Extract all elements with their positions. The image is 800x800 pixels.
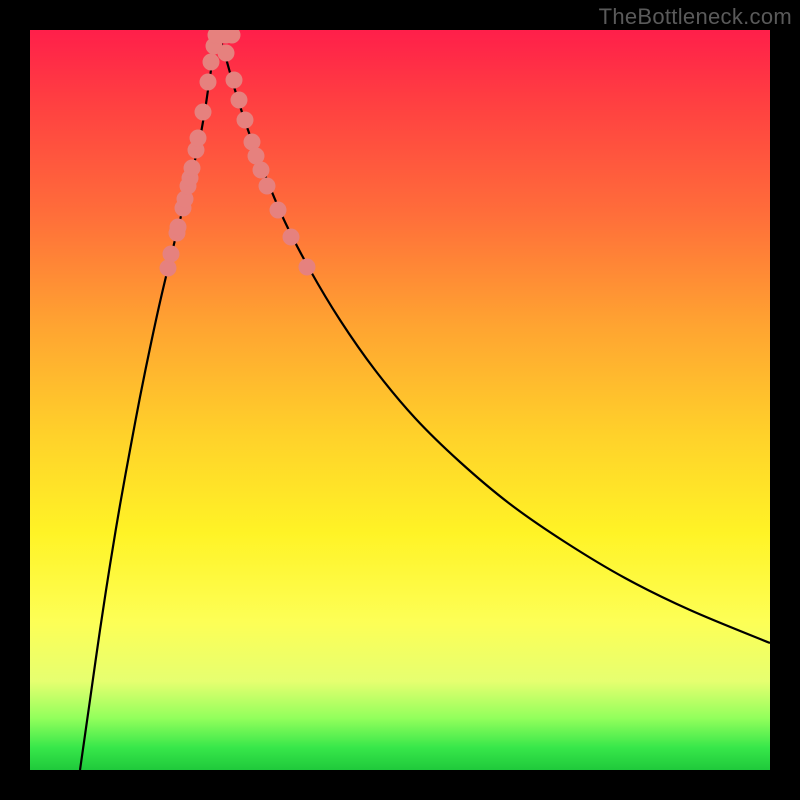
marker-dot — [160, 260, 177, 277]
marker-dot — [231, 92, 248, 109]
right-curve — [217, 30, 770, 643]
marker-dot — [170, 219, 187, 236]
chart-frame: TheBottleneck.com — [0, 0, 800, 800]
marker-dot — [163, 246, 180, 263]
marker-dot — [226, 72, 243, 89]
marker-dot — [203, 54, 220, 71]
marker-dots-group — [160, 30, 316, 277]
watermark-text: TheBottleneck.com — [599, 4, 792, 30]
marker-dot — [195, 104, 212, 121]
marker-dot — [218, 45, 235, 62]
marker-dot — [190, 130, 207, 147]
marker-dot — [200, 74, 217, 91]
marker-dot — [253, 162, 270, 179]
chart-svg — [30, 30, 770, 770]
marker-dot — [270, 202, 287, 219]
plot-area — [30, 30, 770, 770]
marker-dot — [237, 112, 254, 129]
marker-dot — [259, 178, 276, 195]
marker-dot — [283, 229, 300, 246]
marker-dot — [184, 160, 201, 177]
marker-dot — [299, 259, 316, 276]
